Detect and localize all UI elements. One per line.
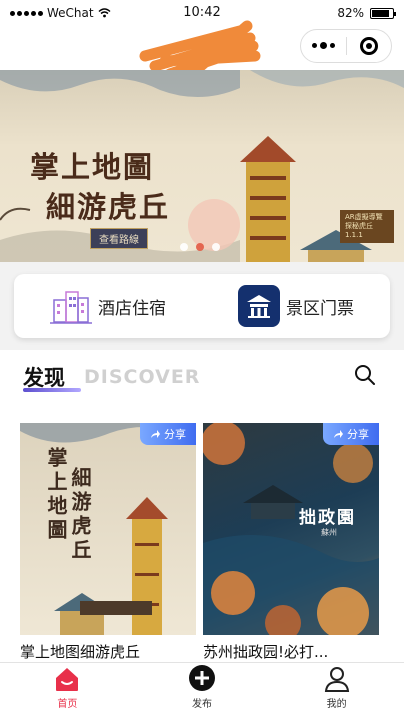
plus-circle-icon — [189, 665, 215, 691]
discover-subtitle: DISCOVER — [84, 366, 201, 388]
discover-underline — [23, 388, 81, 392]
temple-ticket-icon — [238, 285, 280, 327]
feed-card[interactable]: 掌上地圖 細游虎丘 分享 掌上地图细游虎丘 — [20, 423, 196, 663]
carousel-dot — [212, 243, 220, 251]
banner-title-line2: 細游虎丘 — [46, 190, 171, 224]
user-icon — [324, 667, 349, 692]
ticket-entry-label: 景区门票 — [286, 298, 354, 319]
battery-percent: 82% — [337, 6, 364, 20]
mini-program-capsule — [300, 29, 392, 63]
search-icon[interactable] — [354, 364, 376, 386]
quick-entry-panel: 酒店住宿 景区门票 — [14, 274, 390, 338]
share-label: 分享 — [164, 428, 186, 441]
carousel-dot-active — [196, 243, 204, 251]
tab-profile-label: 我的 — [326, 699, 347, 710]
banner-seal: AR虛擬導覽 探秘虎丘 1.1.1 — [340, 210, 394, 243]
share-icon — [334, 430, 343, 438]
feed-card[interactable]: 拙政園 蘇州 分享 苏州拙政园!必打... — [203, 423, 379, 663]
card-art-text-2: 細游虎丘 — [68, 467, 92, 563]
card-title: 苏州拙政园!必打... — [203, 643, 329, 661]
share-icon — [151, 430, 160, 438]
card-title: 掌上地图细游虎丘 — [20, 643, 141, 661]
hotel-building-icon — [50, 291, 92, 324]
battery-icon — [370, 7, 396, 19]
bottom-tab-bar: 首页 发布 我的 — [0, 662, 404, 711]
card-image: 掌上地圖 細游虎丘 — [20, 423, 196, 635]
banner-tag: 查看路線 — [90, 228, 148, 249]
share-button[interactable]: 分享 — [140, 423, 196, 445]
card-art-subtitle: 蘇州 — [321, 528, 337, 537]
tab-publish-label: 发布 — [192, 699, 212, 710]
tab-home[interactable]: 首页 — [0, 663, 135, 711]
home-icon — [56, 668, 79, 691]
close-mini-program-button[interactable] — [347, 37, 392, 55]
app-header — [0, 20, 404, 76]
tab-profile[interactable]: 我的 — [269, 663, 404, 711]
card-image: 拙政園 蘇州 — [203, 423, 379, 635]
tab-publish[interactable]: 发布 — [135, 663, 270, 711]
more-options-icon[interactable] — [301, 42, 346, 49]
hotel-entry-button[interactable]: 酒店住宿 — [14, 274, 202, 338]
discover-section-header: 发现 DISCOVER — [0, 350, 404, 400]
share-button[interactable]: 分享 — [323, 423, 379, 445]
discover-feed: 掌上地圖 細游虎丘 分享 掌上地图细游虎丘 拙政園 蘇州 分享 苏州拙政园!必打… — [0, 400, 404, 663]
redaction-scribble — [139, 20, 261, 76]
card-artwork — [203, 423, 379, 635]
banner-carousel[interactable]: 掌上地圖 細游虎丘 查看路線 AR虛擬導覽 探秘虎丘 1.1.1 — [0, 70, 404, 262]
carousel-dot — [180, 243, 188, 251]
tab-home-label: 首页 — [57, 699, 78, 710]
card-art-title: 拙政園 — [299, 508, 356, 528]
banner-title-line1: 掌上地圖 — [30, 150, 155, 184]
target-icon — [359, 37, 378, 55]
share-label: 分享 — [347, 428, 369, 441]
carousel-indicator — [180, 243, 220, 251]
hotel-entry-label: 酒店住宿 — [98, 298, 166, 319]
ticket-entry-button[interactable]: 景区门票 — [202, 274, 390, 338]
